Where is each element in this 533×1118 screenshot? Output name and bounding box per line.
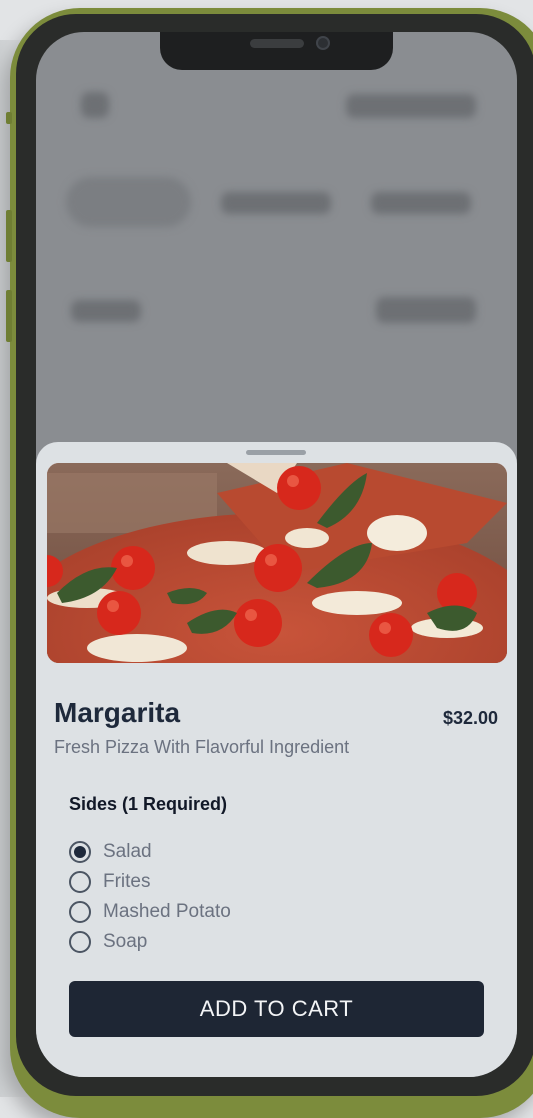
sides-heading: Sides (1 Required) — [69, 794, 228, 814]
blurred-category-chip — [66, 177, 191, 227]
phone-button — [6, 290, 12, 342]
product-title: Margarita — [54, 697, 181, 728]
blurred-category-chip — [371, 192, 471, 214]
side-option-label: Frites — [103, 871, 151, 892]
phone-button — [6, 210, 12, 262]
phone-screen: Margarita $32.00 Fresh Pizza With Flavor… — [36, 32, 517, 1077]
side-option-label: Salad — [103, 841, 152, 862]
add-to-cart-button[interactable]: ADD TO CART — [69, 981, 484, 1037]
phone-button — [6, 112, 12, 124]
pizza-illustration — [47, 463, 507, 663]
product-bottom-sheet: Margarita $32.00 Fresh Pizza With Flavor… — [36, 442, 517, 1077]
blurred-category-chip — [221, 192, 331, 214]
side-option-label: Mashed Potato — [103, 901, 231, 922]
phone-notch — [160, 32, 393, 70]
blurred-section-action — [376, 297, 476, 323]
radio-unchecked-icon[interactable] — [69, 901, 91, 923]
blurred-menu-icon — [81, 92, 109, 118]
side-option-salad[interactable]: Salad — [69, 839, 152, 865]
blurred-section-title — [71, 300, 141, 322]
side-option-soap[interactable]: Soap — [69, 929, 147, 955]
radio-unchecked-icon[interactable] — [69, 931, 91, 953]
front-camera — [316, 36, 330, 50]
product-description: Fresh Pizza With Flavorful Ingredient — [54, 737, 350, 757]
side-option-mashed-potato[interactable]: Mashed Potato — [69, 899, 231, 925]
side-option-frites[interactable]: Frites — [69, 869, 151, 895]
radio-unchecked-icon[interactable] — [69, 871, 91, 893]
speaker-grille — [250, 39, 304, 48]
sheet-drag-handle[interactable] — [246, 450, 306, 455]
radio-checked-icon[interactable] — [69, 841, 91, 863]
pizza-photo — [47, 463, 507, 663]
side-option-label: Soap — [103, 931, 148, 952]
blurred-header-pill — [346, 94, 476, 118]
product-price: $32.00 — [442, 708, 498, 728]
